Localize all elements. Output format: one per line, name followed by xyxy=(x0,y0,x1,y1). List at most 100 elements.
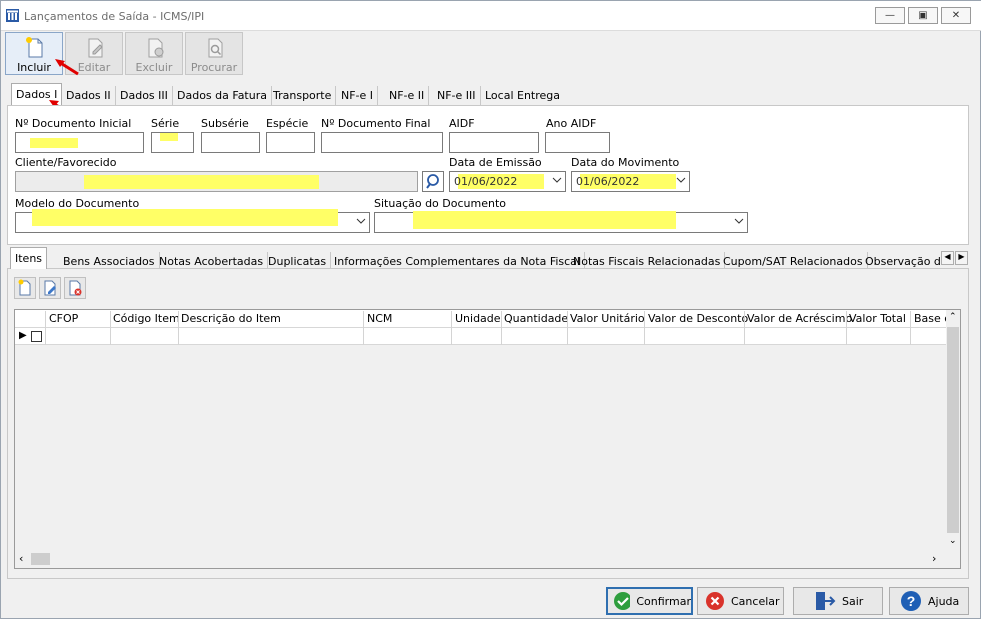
tab-label: Dados II xyxy=(66,89,111,102)
subserie-input[interactable] xyxy=(201,132,260,153)
exit-label: Sair xyxy=(842,594,864,608)
tab-scroll-right[interactable]: ▶ xyxy=(955,251,968,265)
tab-dados-fatura[interactable]: Dados da Fatura xyxy=(173,86,272,105)
chevron-left-icon: ◀ xyxy=(944,252,951,261)
chevron-right-icon: › xyxy=(932,552,937,565)
col-valor-acrescimo[interactable]: Valor de Acréscimo xyxy=(747,312,852,325)
annotation-arrow-icon xyxy=(55,59,79,76)
data-movimento-value: 01/06/2022 xyxy=(576,175,640,188)
tab-nfe-i[interactable]: NF-e I xyxy=(337,86,379,105)
chevron-down-icon xyxy=(676,177,686,183)
tab-local-entrega[interactable]: Local Entrega xyxy=(481,86,564,105)
tab-nfe-ii[interactable]: NF-e II xyxy=(385,86,430,105)
col-quantidade[interactable]: Quantidade xyxy=(504,312,568,325)
tab-scroll-left[interactable]: ◀ xyxy=(941,251,954,265)
col-base[interactable]: Base c xyxy=(914,312,946,325)
subtab-itens[interactable]: Itens xyxy=(10,247,48,270)
cancel-label: Cancelar xyxy=(731,594,780,608)
data-emissao-value: 01/06/2022 xyxy=(454,175,518,188)
restore-button[interactable]: ▣ xyxy=(908,7,938,24)
tab-transporte[interactable]: Transporte xyxy=(269,86,337,105)
title-bar: Lançamentos de Saída - ICMS/IPI — ▣ ✕ xyxy=(1,1,981,31)
serie-input[interactable] xyxy=(151,132,194,153)
col-unidade[interactable]: Unidade xyxy=(455,312,501,325)
row-checkbox[interactable] xyxy=(31,331,42,342)
app-icon xyxy=(6,9,19,22)
col-separator xyxy=(45,311,46,345)
magnifier-icon xyxy=(426,174,439,189)
cliente-input[interactable] xyxy=(15,171,418,192)
col-separator xyxy=(644,311,645,345)
col-separator xyxy=(110,311,111,345)
search-document-icon xyxy=(208,38,223,58)
doc-final-input[interactable] xyxy=(321,132,443,153)
serie-label: Série xyxy=(151,117,180,130)
doc-final-label: Nº Documento Final xyxy=(321,117,431,130)
chevron-up-icon: ⌃ xyxy=(949,312,957,322)
especie-input[interactable] xyxy=(266,132,315,153)
situacao-label: Situação do Documento xyxy=(374,197,507,210)
add-item-icon xyxy=(18,279,31,296)
doc-inicial-input[interactable] xyxy=(15,132,144,153)
tab-label: Local Entrega xyxy=(485,89,561,102)
cliente-search-button[interactable] xyxy=(422,171,444,192)
delete-item-icon xyxy=(69,280,82,296)
situacao-select[interactable] xyxy=(374,211,748,233)
exit-button[interactable]: Sair xyxy=(793,587,883,615)
tab-label: NF-e I xyxy=(341,89,374,102)
aidf-label: AIDF xyxy=(449,117,475,130)
check-icon xyxy=(614,592,631,610)
items-grid[interactable] xyxy=(14,309,961,569)
tab-label: Transporte xyxy=(273,89,332,102)
scrollbar-thumb[interactable] xyxy=(947,327,959,533)
search-label: Procurar xyxy=(190,61,238,74)
col-valor-desconto[interactable]: Valor de Desconto xyxy=(648,312,748,325)
tab-nfe-iii[interactable]: NF-e III xyxy=(433,86,481,105)
data-movimento-input[interactable]: 01/06/2022 xyxy=(571,171,690,192)
edit-item-icon xyxy=(44,280,56,296)
col-separator xyxy=(501,311,502,345)
help-icon: ? xyxy=(901,591,921,611)
chevron-down-icon xyxy=(552,177,562,183)
tab-label: NF-e II xyxy=(389,89,425,102)
ano-aidf-input[interactable] xyxy=(545,132,610,153)
grid-delete-button[interactable] xyxy=(64,277,86,299)
col-separator xyxy=(744,311,745,345)
tab-label: Cupom/SAT Relacionados xyxy=(723,255,863,268)
grid-edit-button[interactable] xyxy=(39,277,61,299)
table-row[interactable]: ▶ xyxy=(15,328,946,345)
tab-label: Duplicatas xyxy=(268,255,327,268)
tab-label: Notas Acobertadas xyxy=(159,255,264,268)
scrollbar-thumb[interactable] xyxy=(31,553,50,565)
tab-dados-iii[interactable]: Dados III xyxy=(116,86,173,105)
restore-icon: ▣ xyxy=(918,10,928,21)
ano-aidf-label: Ano AIDF xyxy=(546,117,597,130)
modelo-select[interactable] xyxy=(15,209,370,233)
close-button[interactable]: ✕ xyxy=(941,7,971,24)
data-emissao-input[interactable]: 01/06/2022 xyxy=(449,171,566,192)
tab-label: Observação d xyxy=(865,255,941,268)
col-valor-unitario[interactable]: Valor Unitário xyxy=(570,312,645,325)
col-ncm[interactable]: NCM xyxy=(367,312,392,325)
aidf-input[interactable] xyxy=(449,132,539,153)
col-descricao[interactable]: Descrição do Item xyxy=(181,312,281,325)
col-separator xyxy=(178,311,179,345)
delete-button[interactable]: Excluir xyxy=(125,32,183,75)
window-title: Lançamentos de Saída - ICMS/IPI xyxy=(24,10,205,23)
tab-label: Informações Complementares da Nota Fisca… xyxy=(334,255,580,268)
grid-add-button[interactable] xyxy=(14,277,36,299)
col-cfop[interactable]: CFOP xyxy=(49,312,78,325)
minimize-button[interactable]: — xyxy=(875,7,905,24)
horizontal-scrollbar[interactable]: ‹ › xyxy=(15,551,946,567)
cancel-button[interactable]: Cancelar xyxy=(697,587,784,615)
col-valor-total[interactable]: Valor Total xyxy=(849,312,906,325)
tab-label: Bens Associados xyxy=(63,255,155,268)
col-separator xyxy=(910,311,911,345)
search-button[interactable]: Procurar xyxy=(185,32,243,75)
confirm-button[interactable]: Confirmar xyxy=(606,587,693,615)
col-codigo-item[interactable]: Código Item xyxy=(113,312,180,325)
help-button[interactable]: ? Ajuda xyxy=(889,587,969,615)
vertical-scrollbar[interactable]: ⌃ ⌄ xyxy=(946,310,960,551)
row-indicator-icon: ▶ xyxy=(19,330,27,341)
minimize-icon: — xyxy=(885,10,895,21)
